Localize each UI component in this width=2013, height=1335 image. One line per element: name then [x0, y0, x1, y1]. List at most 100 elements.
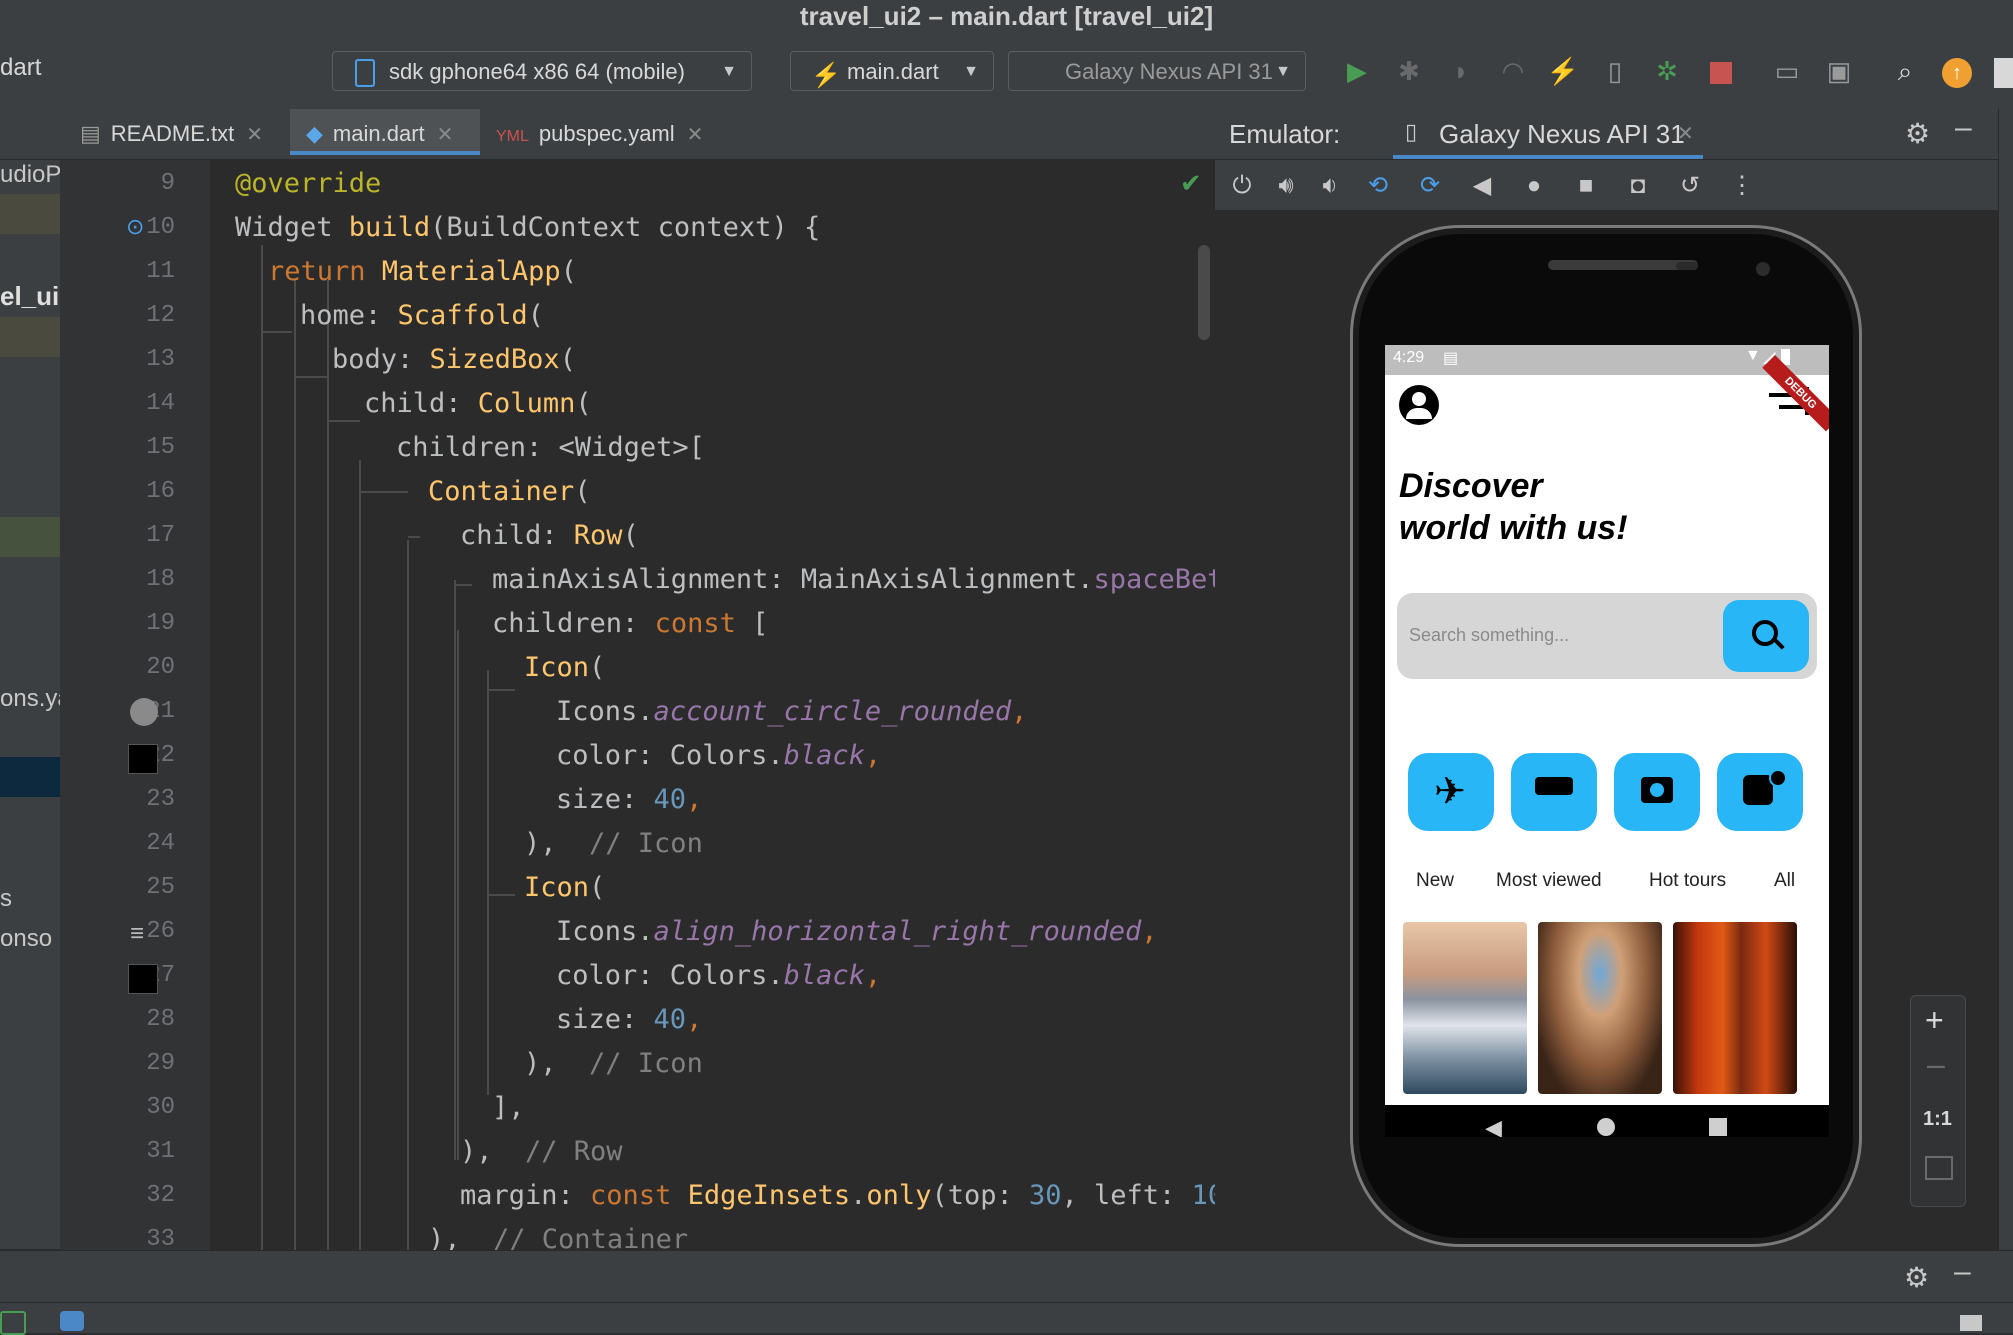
search-button[interactable] [1723, 600, 1809, 672]
tab-all[interactable]: All [1774, 870, 1795, 892]
minimize-icon[interactable]: – [1954, 1255, 1971, 1289]
code-token: Container [428, 476, 575, 507]
code-token: // Icon [589, 828, 703, 859]
code-token: children: [492, 608, 655, 639]
zoom-actual-size-button[interactable]: 1:1 [1923, 1108, 1952, 1131]
code-line: home: Scaffold( [300, 300, 544, 331]
fit-screen-icon[interactable] [1925, 1156, 1953, 1180]
tab-most-viewed[interactable]: Most viewed [1496, 870, 1602, 892]
close-icon[interactable]: ✕ [437, 124, 454, 146]
category-transport-button[interactable] [1717, 753, 1803, 831]
code-token: 30 [1029, 1180, 1062, 1211]
zoom-out-icon[interactable]: – [1927, 1046, 1945, 1083]
tab-emulator-device[interactable]: ▯ Galaxy Nexus API 31 ✕ [1393, 109, 1703, 159]
code-line: ), // Row [460, 1136, 623, 1167]
update-icon[interactable]: ↑ [1942, 58, 1972, 88]
tab-hot-tours[interactable]: Hot tours [1649, 870, 1726, 892]
run-icon[interactable]: ▶ [1340, 54, 1374, 88]
phone-icon [355, 59, 375, 87]
camera-icon [1641, 777, 1673, 803]
line-number: 29 [146, 1050, 175, 1077]
destination-photo[interactable] [1403, 922, 1527, 1094]
camera-icon[interactable]: ◘ [1622, 170, 1654, 202]
category-hotels-button[interactable] [1511, 753, 1597, 831]
nav-back-icon[interactable]: ◀ [1485, 1115, 1502, 1137]
close-icon[interactable]: ✕ [687, 124, 704, 146]
override-marker-icon[interactable]: ⊙ [126, 214, 144, 240]
code-line: margin: const EdgeInsets.only(top: 30, l… [460, 1180, 1215, 1211]
more-icon[interactable]: ⋮ [1726, 170, 1758, 202]
gear-icon[interactable]: ⚙ [1904, 1261, 1929, 1294]
nav-home-icon[interactable] [1597, 1118, 1615, 1136]
destination-photo[interactable] [1673, 922, 1797, 1094]
project-breadcrumb[interactable]: dart [0, 54, 41, 82]
line-number: 25 [146, 874, 175, 901]
code-line: children: const [ [492, 608, 768, 639]
code-token: // Container [493, 1224, 689, 1250]
emulator-label: Emulator: [1229, 119, 1341, 149]
line-number: 23 [146, 786, 175, 813]
debug-icon[interactable]: ✱ [1392, 54, 1426, 88]
category-photo-button[interactable] [1614, 753, 1700, 831]
volume-up-icon[interactable]: 🔊︎ [1270, 170, 1302, 202]
gear-icon[interactable]: ⚙ [1905, 117, 1930, 150]
color-swatch-black[interactable] [128, 964, 158, 994]
tab-label: pubspec.yaml [538, 121, 675, 146]
hot-reload-icon[interactable]: ⚡ [1546, 54, 1580, 88]
device-manager-icon[interactable]: ▭ [1770, 54, 1804, 88]
project-tree-item[interactable]: el_ui [0, 281, 59, 312]
search-icon[interactable]: ⌕ [1888, 54, 1922, 88]
zoom-in-icon[interactable]: + [1925, 1002, 1944, 1039]
attach-debugger-icon[interactable]: ✲ [1650, 54, 1684, 88]
project-tree-item[interactable]: s [0, 885, 12, 913]
no-problems-check-icon[interactable]: ✔ [1180, 168, 1202, 199]
home-icon[interactable]: ● [1518, 170, 1550, 202]
tab-main-dart[interactable]: ◆ main.dart ✕ [290, 109, 480, 155]
overview-icon[interactable]: ■ [1570, 170, 1602, 202]
editor-scrollbar[interactable] [1198, 245, 1210, 340]
rotate-left-icon[interactable]: ⟲ [1362, 170, 1394, 202]
tab-readme[interactable]: ▤ README.txt ✕ [80, 109, 263, 159]
code-line: Icon( [524, 652, 605, 683]
back-icon[interactable]: ◀ [1466, 170, 1498, 202]
code-token: Column [477, 388, 576, 419]
phone-screen[interactable]: 4:29 ▤ ▼ ◢ DEBUG Discover world with us!… [1385, 345, 1829, 1137]
align-right-preview-icon: ≡ [130, 920, 145, 947]
emulator-selector[interactable]: Galaxy Nexus API 31 ▼ [1008, 51, 1306, 91]
minimize-icon[interactable]: – [1955, 111, 1972, 145]
code-editor[interactable]: ✔ @override Widget build(BuildContext co… [210, 160, 1215, 1250]
sdk-manager-icon[interactable]: ▣ [1822, 54, 1856, 88]
search-input[interactable]: Search something... [1409, 625, 1569, 646]
tab-new[interactable]: New [1416, 870, 1454, 892]
hot-restart-icon[interactable]: ▯ [1598, 54, 1632, 88]
tab-pubspec[interactable]: YML pubspec.yaml ✕ [496, 109, 703, 159]
code-token: ), [460, 1136, 526, 1167]
profile-icon[interactable]: ◠ [1496, 54, 1530, 88]
project-tree-item[interactable]: onso [0, 925, 52, 953]
volume-down-icon[interactable]: 🔉︎ [1314, 170, 1346, 202]
account-icon[interactable] [1994, 58, 2013, 88]
rotate-right-icon[interactable]: ⟳ [1414, 170, 1446, 202]
account-circle-icon[interactable] [1399, 385, 1439, 425]
android-nav-bar: ◀ [1385, 1105, 1829, 1137]
coverage-icon[interactable]: ◗ [1444, 54, 1478, 88]
code-line: @override [235, 168, 381, 199]
run-config-selector[interactable]: ⚡ main.dart ▼ [790, 51, 994, 91]
device-selector[interactable]: sdk gphone64 x86 64 (mobile) ▼ [332, 51, 752, 91]
layout-icon[interactable] [1960, 1315, 1982, 1331]
color-swatch-black[interactable] [128, 744, 158, 774]
project-tree-item[interactable]: udioP [0, 161, 61, 189]
event-log-icon[interactable] [60, 1311, 84, 1331]
build-status-icon[interactable] [0, 1311, 26, 1335]
destination-photo[interactable] [1538, 922, 1662, 1094]
category-flights-button[interactable]: ✈ [1408, 753, 1494, 831]
close-icon[interactable]: ✕ [246, 124, 263, 146]
snapshot-icon[interactable]: ↺ [1674, 170, 1706, 202]
nav-overview-icon[interactable] [1709, 1118, 1727, 1136]
travel-app: DEBUG Discover world with us! Search som… [1385, 355, 1829, 1105]
stop-icon[interactable] [1710, 62, 1732, 84]
power-icon[interactable]: ⏻ [1226, 170, 1258, 202]
right-tool-strip [1998, 109, 2013, 1250]
close-icon[interactable]: ✕ [1677, 121, 1694, 146]
code-token: [ [735, 608, 769, 639]
